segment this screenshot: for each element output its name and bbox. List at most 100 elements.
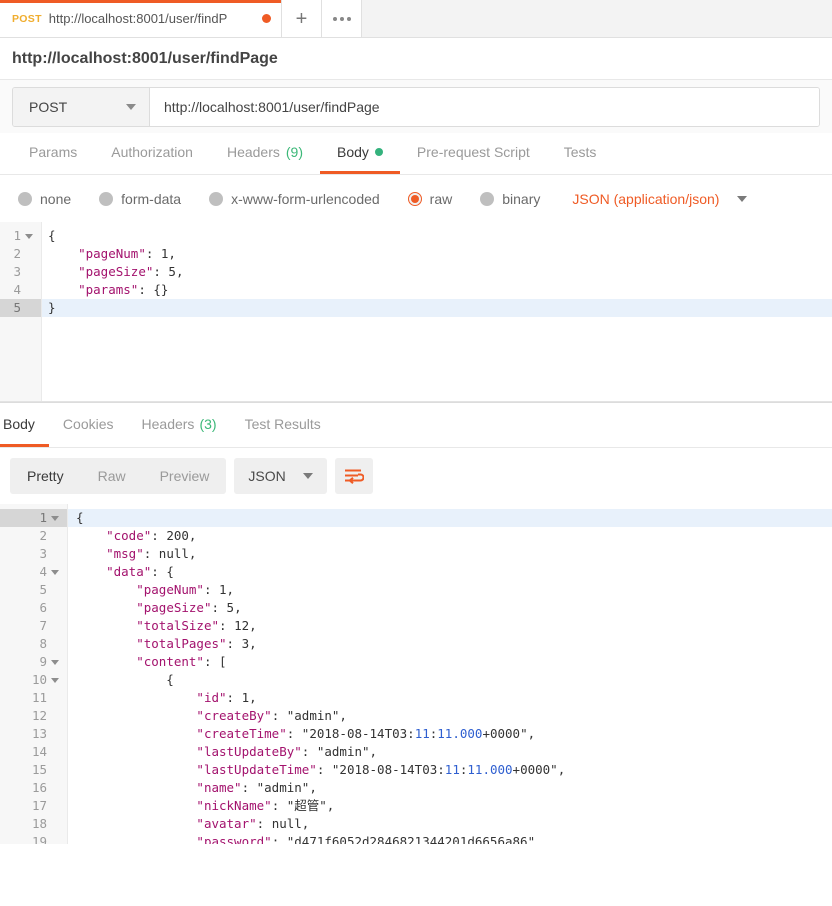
line-number: 4 bbox=[0, 563, 67, 581]
tab-options-button[interactable] bbox=[322, 0, 362, 37]
code-line[interactable]: "pageSize": 5, bbox=[68, 599, 832, 617]
new-tab-button[interactable]: + bbox=[282, 0, 322, 37]
tab-headers-label: Headers bbox=[226, 144, 280, 160]
body-format-select[interactable]: JSON (application/json) bbox=[572, 191, 748, 207]
code-line[interactable]: "msg": null, bbox=[68, 545, 832, 563]
tab-body-label: Body bbox=[337, 144, 369, 160]
code-line[interactable]: "lastUpdateTime": "2018-08-14T03:11:11.0… bbox=[68, 761, 832, 779]
fold-arrow-icon[interactable] bbox=[25, 233, 33, 239]
response-tab-body[interactable]: Body bbox=[0, 403, 49, 447]
http-method-select[interactable]: POST bbox=[13, 87, 150, 126]
response-view-mode-group: Pretty Raw Preview bbox=[10, 458, 227, 494]
body-type-none[interactable]: none bbox=[18, 191, 71, 207]
code-line[interactable]: "password": "d471f6052d2846821344201d665… bbox=[68, 833, 832, 844]
fold-arrow-icon[interactable] bbox=[51, 659, 59, 665]
tab-bar: POST http://localhost:8001/user/findP + bbox=[0, 0, 832, 38]
request-code-area[interactable]: { "pageNum": 1, "pageSize": 5, "params":… bbox=[42, 222, 832, 401]
response-tab-test-results-label: Test Results bbox=[244, 415, 321, 432]
tab-authorization[interactable]: Authorization bbox=[94, 133, 210, 174]
code-line[interactable]: { bbox=[68, 671, 832, 689]
code-line[interactable]: "totalPages": 3, bbox=[68, 635, 832, 653]
plus-icon: + bbox=[295, 7, 308, 30]
tab-method-label: POST bbox=[12, 12, 42, 25]
tab-params[interactable]: Params bbox=[12, 133, 94, 174]
response-tab-headers-count: (3) bbox=[199, 415, 217, 432]
body-type-form-data[interactable]: form-data bbox=[99, 191, 181, 207]
fold-arrow-icon[interactable] bbox=[51, 515, 59, 521]
tab-body[interactable]: Body bbox=[320, 133, 400, 174]
line-number: 2 bbox=[0, 245, 41, 263]
code-line[interactable]: { bbox=[42, 227, 832, 245]
code-line[interactable]: "createTime": "2018-08-14T03:11:11.000+0… bbox=[68, 725, 832, 743]
url-input[interactable]: http://localhost:8001/user/findPage bbox=[150, 87, 819, 126]
request-url-row: POST http://localhost:8001/user/findPage bbox=[0, 80, 832, 133]
code-line[interactable]: "code": 200, bbox=[68, 527, 832, 545]
tab-pre-request-script-label: Pre-request Script bbox=[416, 144, 530, 160]
code-line[interactable]: { bbox=[68, 509, 832, 527]
line-number: 11 bbox=[0, 689, 67, 707]
response-tab-cookies-label: Cookies bbox=[62, 415, 114, 432]
chevron-down-icon bbox=[126, 103, 136, 110]
tab-pre-request-script[interactable]: Pre-request Script bbox=[400, 133, 547, 174]
line-number: 15 bbox=[0, 761, 67, 779]
request-body-editor[interactable]: 12345 { "pageNum": 1, "pageSize": 5, "pa… bbox=[0, 222, 832, 402]
response-code-area[interactable]: { "code": 200, "msg": null, "data": { "p… bbox=[68, 504, 832, 844]
body-type-binary[interactable]: binary bbox=[480, 191, 540, 207]
code-line[interactable]: "pageNum": 1, bbox=[42, 245, 832, 263]
fold-arrow-icon[interactable] bbox=[51, 677, 59, 683]
code-line[interactable]: "params": {} bbox=[42, 281, 832, 299]
view-mode-pretty-label: Pretty bbox=[27, 468, 64, 484]
line-number: 16 bbox=[0, 779, 67, 797]
request-gutter: 12345 bbox=[0, 222, 42, 401]
code-line[interactable]: "content": [ bbox=[68, 653, 832, 671]
response-format-select[interactable]: JSON bbox=[234, 458, 327, 494]
code-line[interactable]: "pageSize": 5, bbox=[42, 263, 832, 281]
response-tab-cookies[interactable]: Cookies bbox=[49, 403, 128, 447]
code-line[interactable]: "createBy": "admin", bbox=[68, 707, 832, 725]
body-type-form-data-label: form-data bbox=[121, 190, 182, 207]
request-tab-active[interactable]: POST http://localhost:8001/user/findP bbox=[0, 0, 282, 37]
body-status-dot-icon bbox=[374, 148, 383, 156]
response-body-editor[interactable]: 1 2 3 4 5 6 7 8 9 10 11 12 13 14 15 16 17 18 19 { "code": … bbox=[0, 504, 832, 844]
code-line[interactable]: "avatar": null, bbox=[68, 815, 832, 833]
line-number: 8 bbox=[0, 635, 67, 653]
unsaved-dot-icon bbox=[262, 14, 271, 23]
code-line[interactable]: "data": { bbox=[68, 563, 832, 581]
code-line[interactable]: "name": "admin", bbox=[68, 779, 832, 797]
body-type-raw[interactable]: raw bbox=[407, 191, 452, 207]
tab-headers-count: (9) bbox=[285, 144, 303, 160]
tab-headers[interactable]: Headers (9) bbox=[210, 133, 320, 174]
fold-arrow-icon[interactable] bbox=[51, 569, 59, 575]
code-line[interactable]: "totalSize": 12, bbox=[68, 617, 832, 635]
tab-tests-label: Tests bbox=[563, 144, 597, 160]
chevron-down-icon bbox=[737, 195, 748, 202]
code-line[interactable]: "pageNum": 1, bbox=[68, 581, 832, 599]
body-type-urlencoded[interactable]: x-www-form-urlencoded bbox=[209, 191, 380, 207]
response-tab-headers[interactable]: Headers (3) bbox=[128, 403, 231, 447]
body-type-none-label: none bbox=[40, 190, 72, 207]
response-tab-test-results[interactable]: Test Results bbox=[231, 403, 335, 447]
tab-tests[interactable]: Tests bbox=[547, 133, 614, 174]
line-number: 9 bbox=[0, 653, 67, 671]
code-line[interactable]: "nickName": "超管", bbox=[68, 797, 832, 815]
line-number: 1 bbox=[0, 227, 41, 245]
view-mode-raw[interactable]: Raw bbox=[81, 458, 143, 494]
response-tab-body-label: Body bbox=[3, 415, 35, 432]
code-line[interactable]: "lastUpdateBy": "admin", bbox=[68, 743, 832, 761]
response-format-label: JSON bbox=[248, 468, 286, 484]
line-number: 2 bbox=[0, 527, 67, 545]
code-line[interactable]: } bbox=[42, 299, 832, 317]
view-mode-pretty[interactable]: Pretty bbox=[10, 458, 81, 494]
code-line[interactable]: "id": 1, bbox=[68, 689, 832, 707]
view-mode-preview[interactable]: Preview bbox=[143, 458, 227, 494]
word-wrap-button[interactable] bbox=[334, 458, 373, 494]
page-title: http://localhost:8001/user/findPage bbox=[12, 49, 278, 67]
